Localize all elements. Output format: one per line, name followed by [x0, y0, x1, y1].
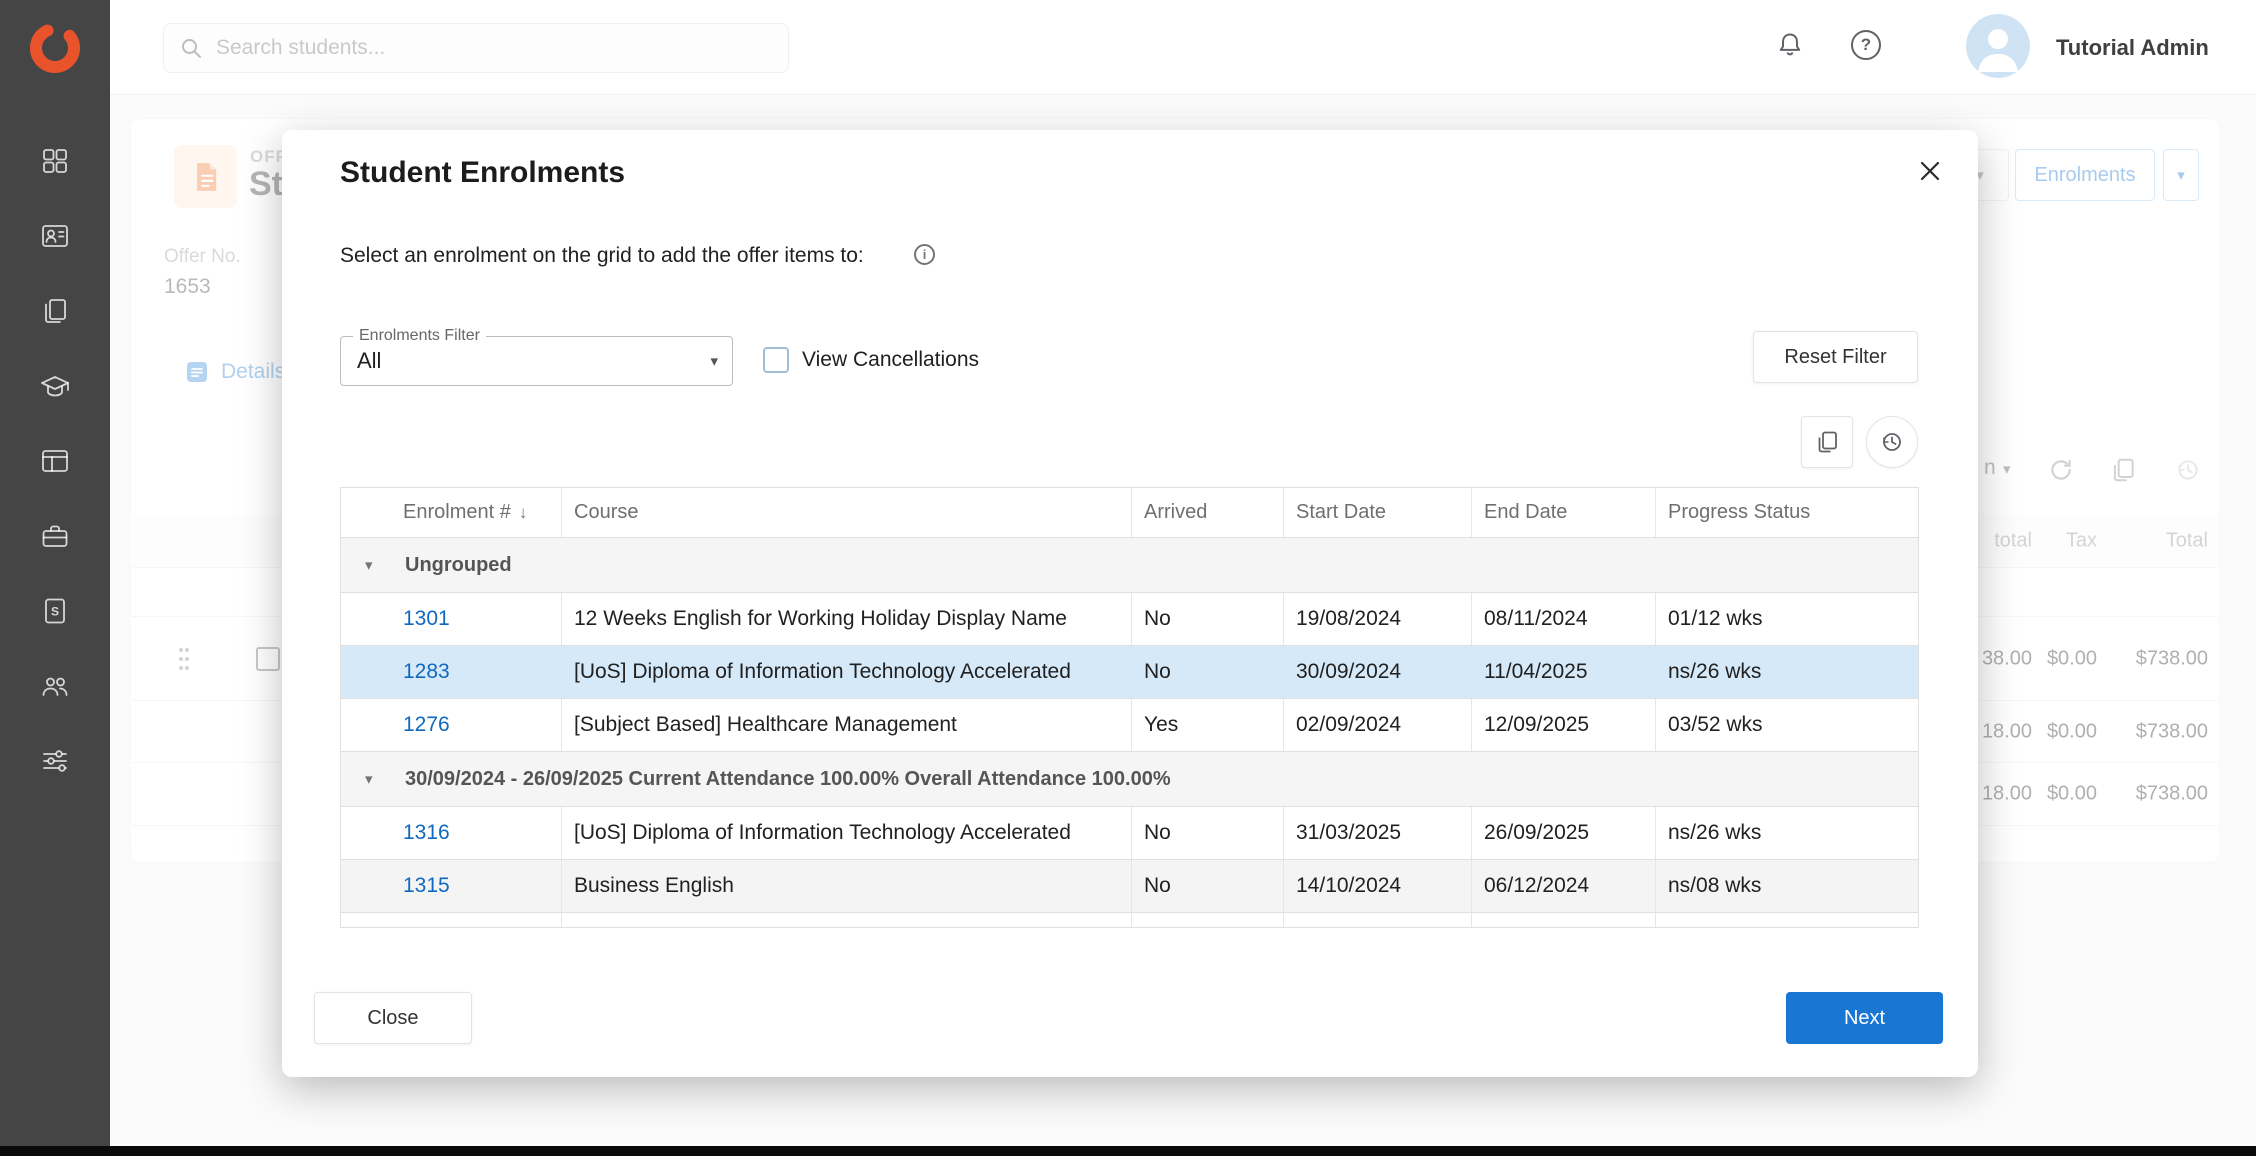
collapse-icon[interactable]: ▾ [365, 556, 385, 574]
avatar[interactable] [1966, 14, 2030, 78]
close-button[interactable]: Close [314, 992, 472, 1044]
view-cancellations-checkbox[interactable] [763, 347, 789, 373]
history-icon [1879, 429, 1905, 455]
topbar: ? Tutorial Admin [110, 0, 2256, 95]
svg-text:S: S [51, 605, 59, 619]
sidebar-item-settings[interactable] [40, 746, 70, 776]
enrolments-filter-select[interactable]: Enrolments Filter All ▾ [340, 336, 733, 386]
collapse-icon[interactable]: ▾ [365, 770, 385, 788]
people-icon [40, 671, 70, 701]
col-header-enrolment[interactable]: Enrolment # ↓ [341, 488, 562, 537]
enrolment-row-1315[interactable]: 1315 Business English No 14/10/2024 06/1… [341, 860, 1918, 913]
group-row-ungrouped[interactable]: ▾ Ungrouped [341, 538, 1918, 593]
close-icon[interactable] [1914, 155, 1946, 187]
col-header-end-date[interactable]: End Date [1472, 488, 1656, 537]
screen: S ? Tutorial Admin OFF St [0, 0, 2256, 1156]
enrolment-link[interactable]: 1283 [403, 660, 450, 684]
sidebar-item-contacts[interactable] [40, 671, 70, 701]
sidebar-item-dashboard[interactable] [40, 146, 70, 176]
sidebar-item-courses[interactable] [40, 371, 70, 401]
enrolment-link[interactable]: 1315 [403, 874, 450, 898]
reset-filter-button[interactable]: Reset Filter [1753, 331, 1918, 383]
col-header-start-date[interactable]: Start Date [1284, 488, 1472, 537]
window-icon [40, 446, 70, 476]
group-row-attendance[interactable]: ▾ 30/09/2024 - 26/09/2025 Current Attend… [341, 752, 1918, 807]
enrolment-row-1301[interactable]: 1301 12 Weeks English for Working Holida… [341, 593, 1918, 646]
filter-value: All [357, 337, 381, 385]
invoice-icon: S [40, 596, 70, 626]
sidebar-item-classes[interactable] [40, 446, 70, 476]
notifications-bell-icon[interactable] [1775, 30, 1805, 60]
enrolment-row-1283-selected[interactable]: 1283 [UoS] Diploma of Information Techno… [341, 646, 1918, 699]
dashboard-icon [40, 146, 70, 176]
student-enrolments-modal: Student Enrolments Select an enrolment o… [282, 130, 1978, 1077]
enrolment-row-1316[interactable]: 1316 [UoS] Diploma of Information Techno… [341, 807, 1918, 860]
bottom-strip [0, 1146, 2256, 1156]
app-logo-icon[interactable] [25, 18, 85, 78]
caret-down-icon: ▾ [710, 337, 718, 385]
documents-icon [40, 296, 70, 326]
sidebar-item-invoices[interactable]: S [40, 596, 70, 626]
copy-icon [1814, 429, 1840, 455]
view-cancellations-label[interactable]: View Cancellations [802, 347, 979, 373]
enrolment-row-1276[interactable]: 1276 [Subject Based] Healthcare Manageme… [341, 699, 1918, 752]
search-box [163, 23, 789, 73]
help-icon[interactable]: ? [1851, 30, 1881, 60]
next-button[interactable]: Next [1786, 992, 1943, 1044]
enrolment-link[interactable]: 1301 [403, 607, 450, 631]
info-icon[interactable]: i [914, 244, 935, 265]
col-header-arrived[interactable]: Arrived [1132, 488, 1284, 537]
sidebar-nav: S [0, 146, 110, 776]
history-button[interactable] [1866, 416, 1918, 468]
search-input[interactable] [163, 23, 789, 73]
sliders-icon [40, 746, 70, 776]
modal-title: Student Enrolments [340, 156, 625, 190]
enrolment-link[interactable]: 1276 [403, 713, 450, 737]
sidebar: S [0, 0, 110, 1146]
sidebar-item-students[interactable] [40, 221, 70, 251]
sort-desc-icon: ↓ [519, 503, 528, 523]
copy-grid-button[interactable] [1801, 416, 1853, 468]
enrolments-table: Enrolment # ↓ Course Arrived Start Date … [340, 487, 1919, 928]
briefcase-icon [40, 521, 70, 551]
user-name[interactable]: Tutorial Admin [2056, 0, 2209, 95]
modal-instruction: Select an enrolment on the grid to add t… [340, 244, 864, 268]
col-header-progress-status[interactable]: Progress Status [1656, 488, 1918, 537]
col-header-course[interactable]: Course [562, 488, 1132, 537]
search-icon [179, 36, 203, 60]
sidebar-item-agents[interactable] [40, 521, 70, 551]
enrolment-row-clipped [341, 913, 1918, 928]
graduation-cap-icon [40, 371, 70, 401]
enrolment-link[interactable]: 1316 [403, 821, 450, 845]
students-icon [40, 221, 70, 251]
sidebar-item-documents[interactable] [40, 296, 70, 326]
enrolments-table-header: Enrolment # ↓ Course Arrived Start Date … [341, 488, 1918, 538]
